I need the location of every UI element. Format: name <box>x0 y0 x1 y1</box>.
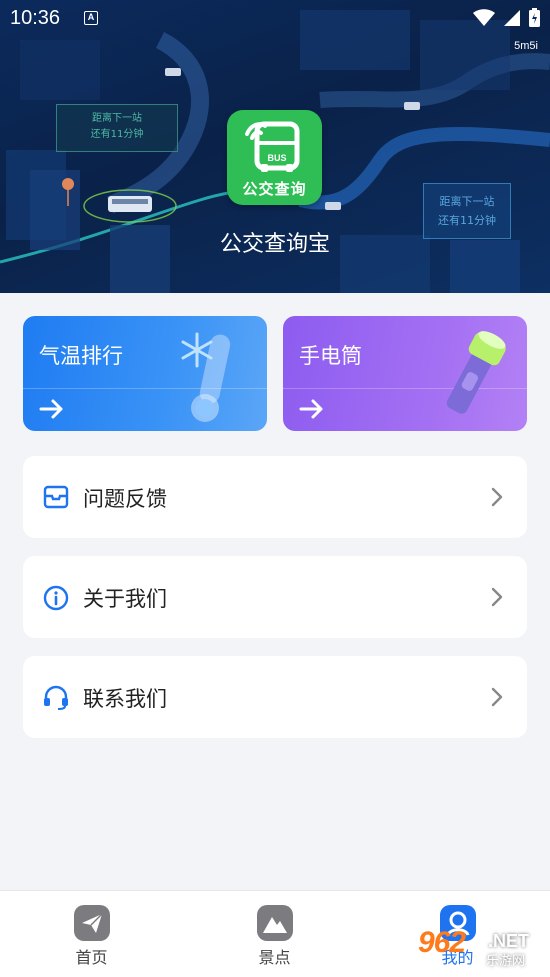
arrow-right-icon <box>39 399 63 419</box>
status-bar: 10:36 A <box>0 0 550 38</box>
mountain-icon <box>257 905 293 941</box>
watermark-number: 962 <box>418 926 466 959</box>
temperature-ranking-card[interactable]: 气温排行 <box>23 316 267 431</box>
status-icons <box>473 8 540 27</box>
nav-home[interactable]: 首页 <box>0 891 183 977</box>
nav-scenic[interactable]: 景点 <box>183 891 366 977</box>
headset-icon <box>44 685 68 710</box>
watermark-suffix: .NET <box>488 931 530 951</box>
about-us-label: 关于我们 <box>83 587 167 611</box>
info-icon <box>43 585 69 611</box>
feedback-label: 问题反馈 <box>83 487 167 511</box>
watermark-962: 962 .NET 乐游网 <box>418 926 546 972</box>
contact-us-label: 联系我们 <box>83 687 167 711</box>
bus-icon: BUS <box>245 121 300 172</box>
notification-a-icon: A <box>84 11 98 25</box>
battery-icon <box>529 8 540 27</box>
about-us-item[interactable]: 关于我们 <box>23 556 527 638</box>
flashlight-title: 手电筒 <box>299 344 362 368</box>
paper-plane-icon <box>74 905 110 941</box>
chevron-right-icon <box>491 487 503 507</box>
temperature-ranking-title: 气温排行 <box>39 344 123 368</box>
chevron-right-icon <box>491 687 503 707</box>
app-logo-label: 公交查询 <box>242 180 307 198</box>
next-stop-line1: 距离下一站 <box>439 195 495 208</box>
contact-us-item[interactable]: 联系我们 <box>23 656 527 738</box>
bus-badge-text: BUS <box>267 153 286 163</box>
watermark-5m5i: 5m5i <box>514 40 538 52</box>
flashlight-icon <box>446 331 506 414</box>
status-time: 10:36 <box>10 7 61 29</box>
nav-home-label: 首页 <box>75 948 108 967</box>
feedback-item[interactable]: 问题反馈 <box>23 456 527 538</box>
nav-scenic-label: 景点 <box>258 948 291 967</box>
thermometer-snowflake-icon <box>181 332 231 422</box>
flashlight-card[interactable]: 手电筒 <box>283 316 527 431</box>
hero-banner: 10:36 A 5m5i 距离下一站 还有11分钟 距离下一站 还有11分钟 B… <box>0 0 550 293</box>
watermark-text: 乐游网 <box>486 954 526 969</box>
next-stop-box-left: 距离下一站 还有11分钟 <box>56 104 178 152</box>
mail-icon <box>43 485 69 509</box>
arrow-right-icon <box>299 399 323 419</box>
wifi-icon <box>473 8 495 26</box>
next-stop-line2: 还有11分钟 <box>90 129 144 140</box>
chevron-right-icon <box>491 587 503 607</box>
app-name: 公交查询宝 <box>219 232 330 257</box>
app-logo: BUS 公交查询 <box>227 110 322 205</box>
signal-icon <box>504 9 520 26</box>
next-stop-line1: 距离下一站 <box>92 113 142 124</box>
